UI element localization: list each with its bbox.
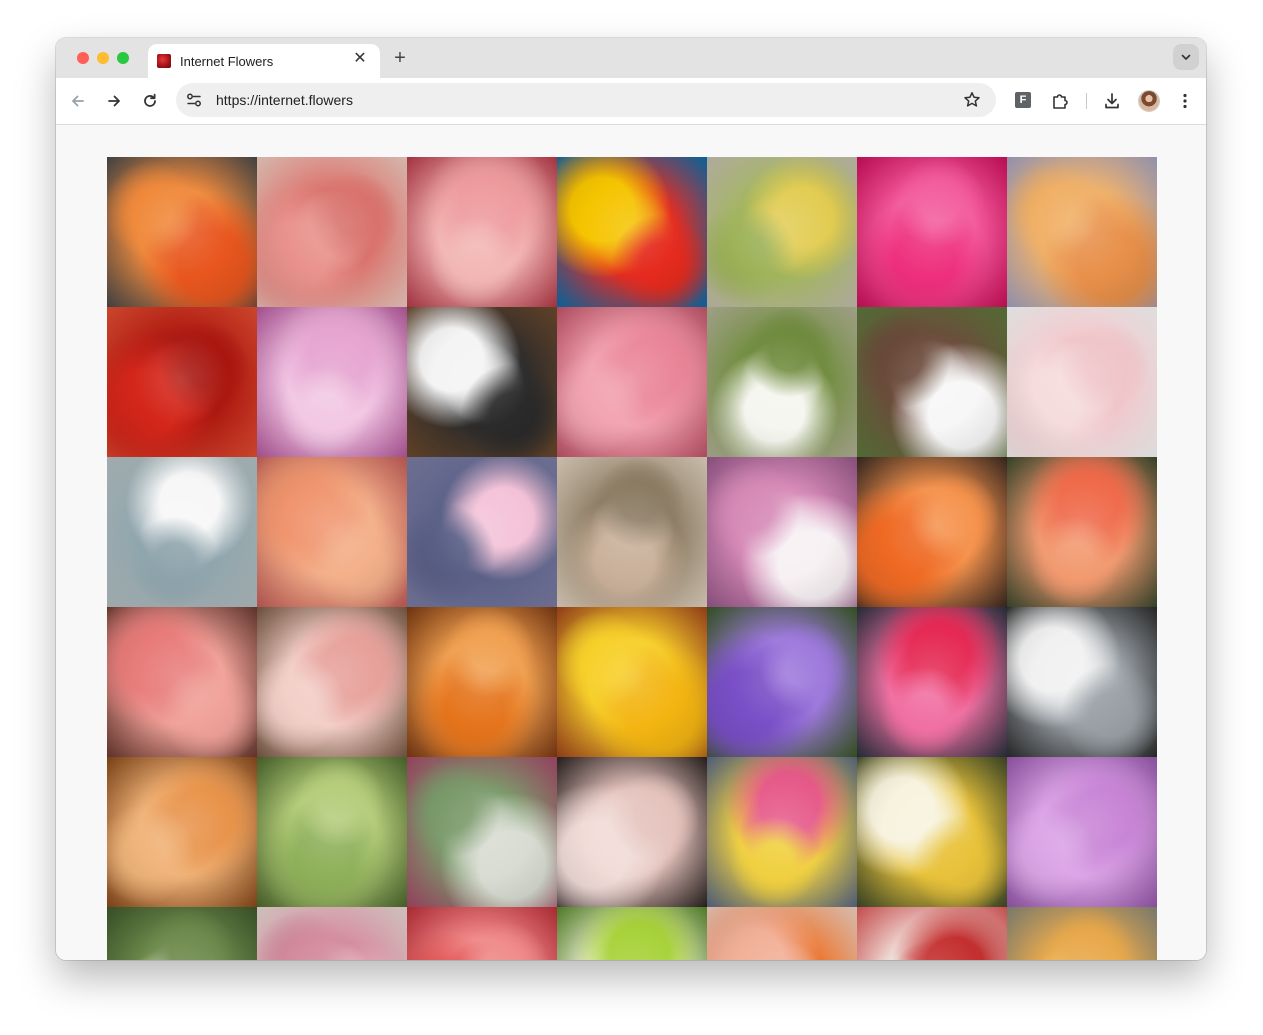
back-arrow-icon xyxy=(72,95,84,107)
flower-tile-white-blossom-tree[interactable] xyxy=(107,907,257,960)
downloads-button[interactable] xyxy=(1101,90,1123,112)
flower-grid xyxy=(107,157,1157,960)
flower-tile-white-orchids[interactable] xyxy=(1007,607,1157,757)
bookmark-star-icon[interactable] xyxy=(962,90,982,110)
toolbar-divider xyxy=(1086,93,1087,109)
flower-tile-pink-rose[interactable] xyxy=(557,307,707,457)
flower-tile-cream-cosmos[interactable] xyxy=(857,757,1007,907)
flower-tile-magenta-dahlia[interactable] xyxy=(857,157,1007,307)
flower-tile-peach-ranunculus[interactable] xyxy=(107,757,257,907)
flower-tile-pink-alstroemeria[interactable] xyxy=(257,307,407,457)
back-button[interactable] xyxy=(67,90,89,112)
extension-f-icon[interactable]: F xyxy=(1015,92,1031,108)
kebab-menu-icon xyxy=(1183,93,1187,109)
forward-arrow-icon xyxy=(108,95,120,107)
flower-tile-blush-peony[interactable] xyxy=(557,757,707,907)
flower-tile-pale-pink-flower[interactable] xyxy=(1007,307,1157,457)
flower-tile-orange-rose[interactable] xyxy=(1007,457,1157,607)
flower-tile-blurry-peach-box[interactable] xyxy=(257,457,407,607)
extensions-button[interactable] xyxy=(1049,90,1071,112)
flower-tile-soft-pink-blur[interactable] xyxy=(257,907,407,960)
profile-avatar[interactable] xyxy=(1139,91,1159,111)
flower-tile-lime-green-flower[interactable] xyxy=(557,907,707,960)
flower-tile-yellow-flower-buckets[interactable] xyxy=(707,157,857,307)
window-minimize-button[interactable] xyxy=(97,52,109,64)
flower-tile-white-anemone[interactable] xyxy=(407,307,557,457)
flower-tile-white-pink-mix[interactable] xyxy=(707,457,857,607)
tab-internet-flowers[interactable]: Internet Flowers ✕ xyxy=(148,44,380,78)
page-viewport[interactable] xyxy=(56,125,1206,960)
tab-search-button[interactable] xyxy=(1173,44,1199,70)
flower-tile-pink-rose-closeup[interactable] xyxy=(257,157,407,307)
browser-window: Internet Flowers ✕ + https://internet.fl… xyxy=(56,38,1206,960)
extensions-puzzle-icon xyxy=(1053,94,1068,109)
flower-tile-blurry-orange-bouquet[interactable] xyxy=(1007,157,1157,307)
flower-tile-red-blurry-flowers[interactable] xyxy=(107,307,257,457)
flower-tile-purple-aster[interactable] xyxy=(707,607,857,757)
flower-tile-red-pink-mix[interactable] xyxy=(407,907,557,960)
site-settings-icon[interactable] xyxy=(185,91,203,109)
close-icon[interactable]: ✕ xyxy=(350,49,370,69)
flower-tile-peach-orange-flower[interactable] xyxy=(707,907,857,960)
flower-tile-pink-hibiscus-icon[interactable] xyxy=(407,457,557,607)
flower-tile-white-jasmine[interactable] xyxy=(707,307,857,457)
flower-tile-smiling-cartoon-sunflower[interactable] xyxy=(557,157,707,307)
tab-strip: Internet Flowers ✕ + xyxy=(56,38,1206,78)
url-text[interactable]: https://internet.flowers xyxy=(216,92,353,108)
flower-tile-white-kale-flower[interactable] xyxy=(407,757,557,907)
flower-tile-pink-ranunculus[interactable] xyxy=(107,607,257,757)
flower-tile-green-succulent[interactable] xyxy=(257,757,407,907)
window-close-button[interactable] xyxy=(77,52,89,64)
flower-tile-lilac-hydrangea[interactable] xyxy=(1007,757,1157,907)
chevron-down-icon xyxy=(1181,54,1191,60)
flower-tile-red-white-blur[interactable] xyxy=(857,907,1007,960)
flower-tile-pink-bouquet-pot[interactable] xyxy=(857,607,1007,757)
flower-tile-white-lotus-on-grey[interactable] xyxy=(107,457,257,607)
download-icon xyxy=(1105,93,1119,109)
reload-button[interactable] xyxy=(139,90,161,112)
address-bar[interactable]: https://internet.flowers xyxy=(176,83,996,117)
tab-title: Internet Flowers xyxy=(180,54,274,69)
flower-tile-orange-dahlia[interactable] xyxy=(857,457,1007,607)
rose-favicon-icon xyxy=(157,54,171,68)
browser-menu-button[interactable] xyxy=(1174,90,1196,112)
flower-tile-orange-pincushion-protea[interactable] xyxy=(107,157,257,307)
flower-tile-yellow-orchid-branch[interactable] xyxy=(1007,907,1157,960)
flower-tile-peach-rose[interactable] xyxy=(257,607,407,757)
plus-icon[interactable]: + xyxy=(389,47,411,69)
flower-tile-white-blossom-shrub[interactable] xyxy=(857,307,1007,457)
flower-tile-orange-roses-bunch[interactable] xyxy=(407,607,557,757)
flower-tile-pink-carnations[interactable] xyxy=(407,157,557,307)
flower-tile-blurry-beige-flower[interactable] xyxy=(557,457,707,607)
forward-button[interactable] xyxy=(103,90,125,112)
window-zoom-button[interactable] xyxy=(117,52,129,64)
toolbar: https://internet.flowers F xyxy=(56,78,1206,125)
reload-icon xyxy=(144,93,156,107)
flower-tile-yellow-gazania[interactable] xyxy=(557,607,707,757)
flower-tile-mixed-bouquet-basket[interactable] xyxy=(707,757,857,907)
